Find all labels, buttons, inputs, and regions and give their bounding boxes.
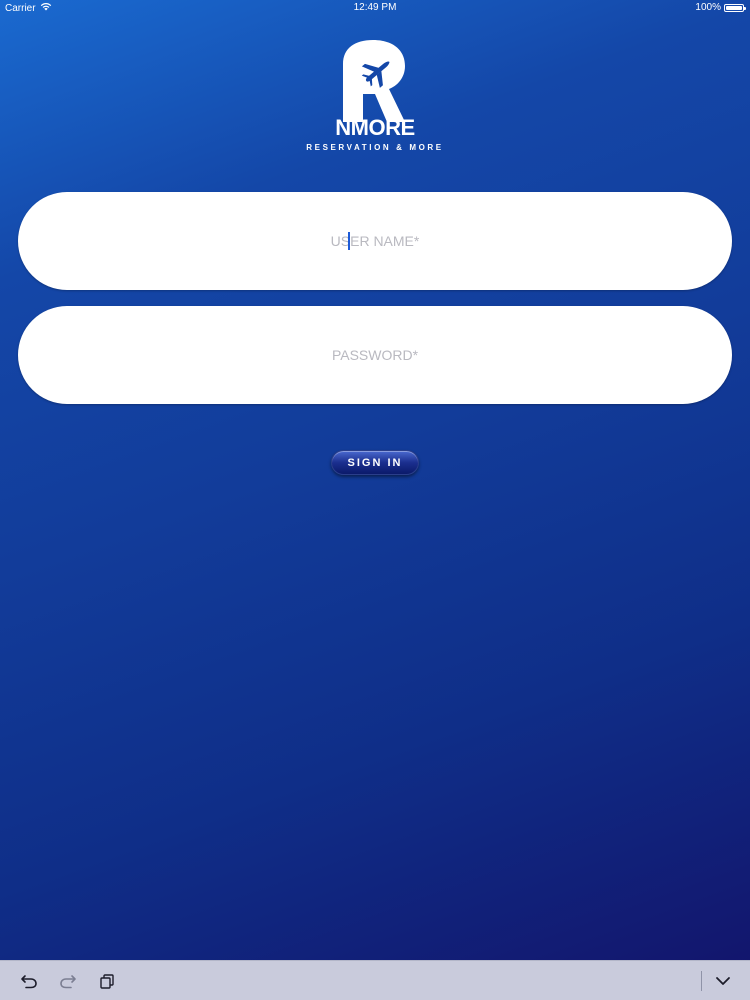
password-input[interactable] (18, 346, 732, 364)
battery-fill (726, 5, 742, 10)
login-screen: Carrier 12:49 PM 100% NMORE RESERVATION … (0, 0, 750, 1000)
keyboard-shortcut-bar (0, 960, 750, 1000)
status-right: 100% (695, 2, 746, 13)
redo-icon[interactable] (58, 971, 78, 991)
chevron-down-icon[interactable] (713, 971, 733, 991)
status-bar: Carrier 12:49 PM 100% (0, 0, 750, 16)
status-time: 12:49 PM (353, 2, 397, 13)
undo-icon[interactable] (19, 971, 39, 991)
r-airplane-logo-icon (343, 40, 405, 122)
text-caret (348, 232, 350, 250)
battery-icon (724, 3, 746, 12)
bar-divider (701, 971, 702, 991)
username-field-container[interactable] (18, 192, 732, 290)
password-field-container[interactable] (18, 306, 732, 404)
logo-name: NMORE (335, 115, 415, 140)
sign-in-button[interactable]: SIGN IN (331, 450, 419, 475)
paste-icon[interactable] (97, 971, 117, 991)
username-input[interactable] (18, 232, 732, 250)
app-logo: NMORE RESERVATION & MORE (0, 38, 750, 152)
logo-tagline: RESERVATION & MORE (306, 143, 444, 152)
battery-percent: 100% (695, 2, 721, 13)
